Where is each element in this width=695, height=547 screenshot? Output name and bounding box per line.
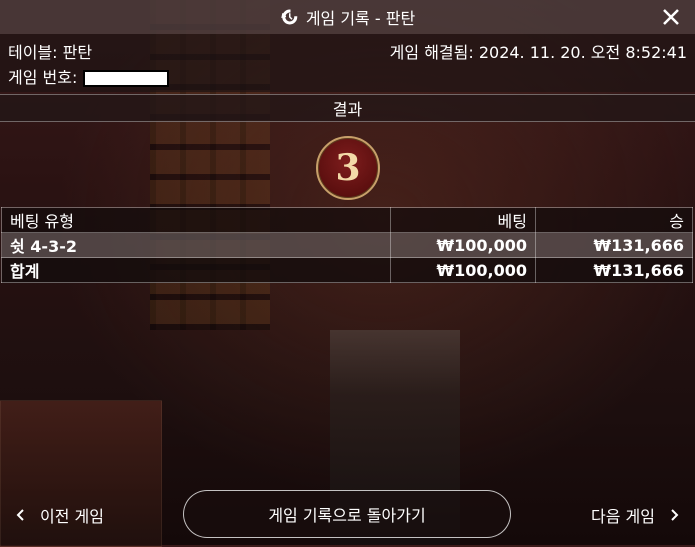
prev-game-label: 이전 게임 [40, 507, 104, 526]
bet-type-cell: 쉿 4-3-2 [1, 232, 391, 258]
result-value: 3 [335, 147, 361, 189]
total-bet-cell: ₩100,000 [390, 257, 536, 283]
title-bar: 게임 기록 - 판탄 [0, 0, 695, 34]
table-row: 쉿 4-3-2 ₩100,000 ₩131,666 [1, 232, 693, 258]
game-info: 테이블: 판탄 게임 해결됨: 2024. 11. 20. 오전 8:52:41… [0, 34, 695, 92]
game-number-label: 게임 번호: [8, 68, 78, 87]
bets-table-header: 베팅 유형 베팅 승 [1, 207, 693, 233]
col-bet-type: 베팅 유형 [1, 207, 391, 233]
redacted-game-number [83, 70, 170, 87]
history-icon [281, 9, 298, 25]
chevron-right-icon [671, 509, 679, 521]
total-row: 합계 ₩100,000 ₩131,666 [1, 257, 693, 283]
bet-amount-cell: ₩100,000 [390, 232, 536, 258]
table-label: 테이블: 판탄 [8, 43, 93, 62]
result-header: 결과 [0, 94, 695, 122]
next-game-label: 다음 게임 [591, 507, 655, 526]
total-label-cell: 합계 [1, 257, 391, 283]
back-to-history-button[interactable]: 게임 기록으로 돌아가기 [183, 490, 511, 538]
total-win-cell: ₩131,666 [535, 257, 693, 283]
resolved-timestamp: 게임 해결됨: 2024. 11. 20. 오전 8:52:41 [389, 43, 687, 62]
bets-table: 베팅 유형 베팅 승 쉿 4-3-2 ₩100,000 ₩131,666 합계 … [1, 207, 693, 283]
result-header-label: 결과 [332, 100, 363, 119]
page-title: 게임 기록 - 판탄 [305, 9, 416, 28]
col-bet: 베팅 [390, 207, 536, 233]
col-win: 승 [535, 207, 693, 233]
next-game-button[interactable]: 다음 게임 [591, 500, 681, 530]
prev-game-button[interactable]: 이전 게임 [14, 500, 104, 530]
close-button[interactable] [659, 5, 683, 29]
win-amount-cell: ₩131,666 [535, 232, 693, 258]
close-icon [663, 9, 679, 25]
chevron-left-icon [16, 509, 24, 521]
result-badge: 3 [316, 136, 380, 200]
back-to-history-label: 게임 기록으로 돌아가기 [268, 506, 426, 525]
